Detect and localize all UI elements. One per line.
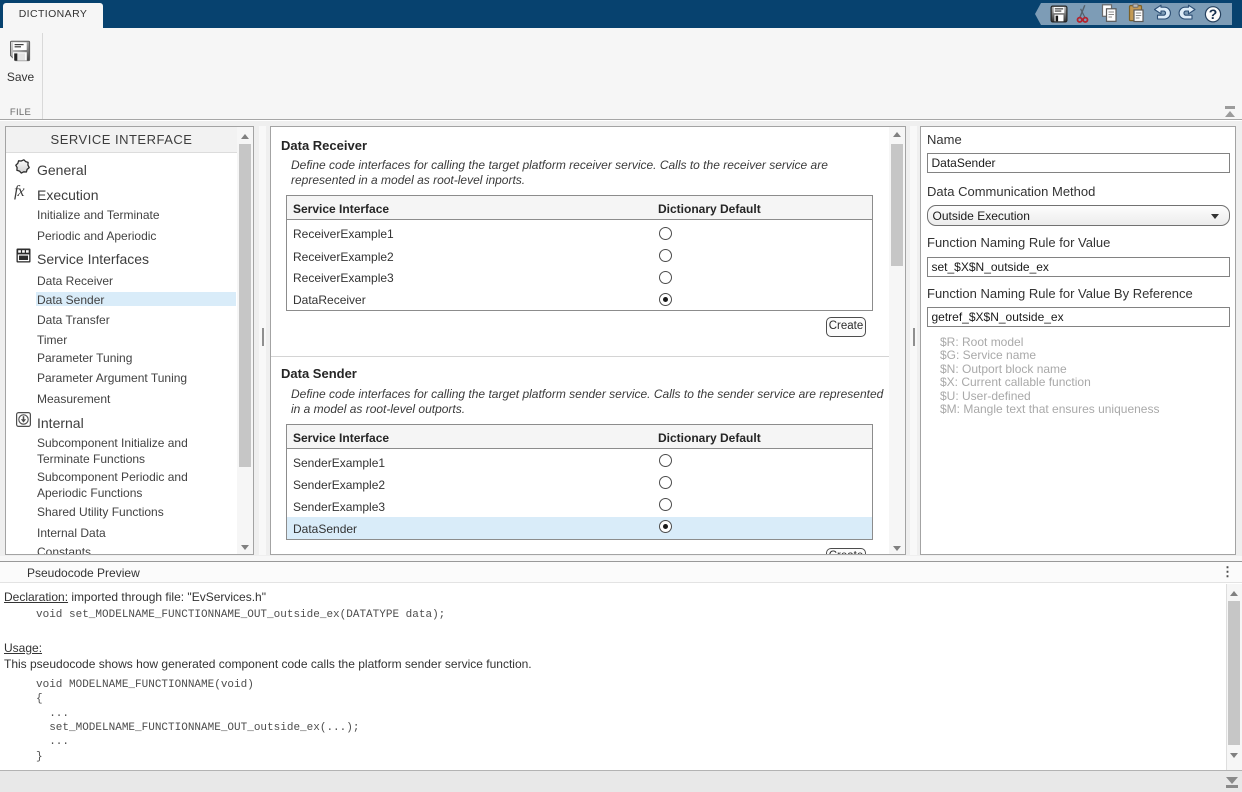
svg-text:?: ? (1209, 6, 1218, 22)
